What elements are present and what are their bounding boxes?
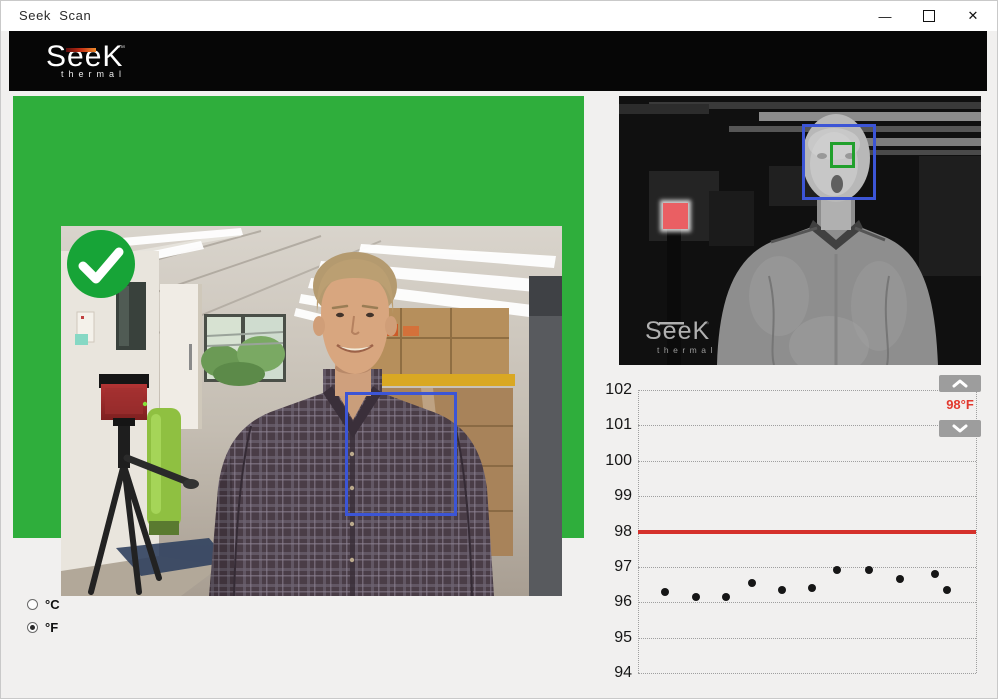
- watermark-wordmark: SeeK: [645, 317, 710, 345]
- threshold-increase-button[interactable]: [939, 375, 981, 392]
- window-title: Seek Scan: [19, 8, 91, 23]
- seek-thermal-logo: SeeK ™ thermal: [46, 42, 126, 79]
- unit-celsius-radio[interactable]: °C: [27, 597, 60, 612]
- threshold-decrease-button[interactable]: [939, 420, 981, 437]
- y-axis-tick-label: 99: [599, 487, 632, 505]
- maximize-button[interactable]: [907, 1, 951, 31]
- pass-check-badge: [67, 230, 135, 298]
- temperature-data-point: [661, 588, 669, 596]
- watermark-trademark: ™: [703, 321, 709, 328]
- temperature-data-point: [778, 586, 786, 594]
- gridline: [638, 638, 976, 639]
- y-axis-tick-label: 94: [599, 664, 632, 682]
- close-button[interactable]: ✕: [951, 1, 995, 31]
- camera-scene: [61, 226, 562, 596]
- temperature-data-point: [865, 566, 873, 574]
- gridline: [638, 461, 976, 462]
- threshold-line: [638, 530, 976, 534]
- logo-trademark: ™: [118, 45, 125, 52]
- thermal-scene: SeeK ™ thermal: [619, 96, 981, 365]
- temperature-data-point: [833, 566, 841, 574]
- gridline: [638, 602, 976, 603]
- unit-fahrenheit-label: °F: [45, 620, 58, 635]
- temperature-data-point: [722, 593, 730, 601]
- camera-view: [61, 226, 562, 596]
- gridline: [638, 567, 976, 568]
- chevron-down-icon: [952, 424, 968, 433]
- minimize-icon: —: [879, 9, 892, 24]
- y-axis-tick-label: 97: [599, 558, 632, 576]
- temperature-data-point: [692, 593, 700, 601]
- face-detection-box: [345, 392, 457, 516]
- brand-header: SeeK ™ thermal: [9, 31, 987, 91]
- maximize-icon: [923, 10, 935, 22]
- gridline: [638, 673, 976, 674]
- radio-circle-fahrenheit: [27, 622, 38, 633]
- unit-celsius-label: °C: [45, 597, 60, 612]
- gridline: [638, 390, 976, 391]
- temperature-data-point: [943, 586, 951, 594]
- y-axis-tick-label: 101: [599, 416, 632, 434]
- y-axis-tick-label: 100: [599, 452, 632, 470]
- logo-gradient-bar-icon: [66, 48, 96, 52]
- screening-result-panel: [13, 96, 584, 538]
- checkmark-icon: [67, 230, 135, 298]
- y-axis-tick-label: 96: [599, 593, 632, 611]
- radio-circle-celsius: [27, 599, 38, 610]
- temperature-chart: 98°F 94 95 96 97 98 99 100 101 102: [599, 371, 991, 683]
- chevron-up-icon: [952, 379, 968, 388]
- logo-wordmark: SeeK: [46, 42, 126, 72]
- y-axis-tick-label: 95: [599, 629, 632, 647]
- thermal-view: SeeK ™ thermal: [619, 96, 981, 365]
- y-axis-tick-label: 102: [599, 381, 632, 399]
- watermark-subtitle: thermal: [657, 345, 717, 355]
- temperature-data-point: [896, 575, 904, 583]
- logo-subtitle: thermal: [61, 69, 126, 79]
- title-bar: Seek Scan — ✕: [1, 1, 997, 31]
- temperature-data-point: [808, 584, 816, 592]
- y-axis-tick-label: 98: [599, 523, 632, 541]
- gridline: [638, 496, 976, 497]
- gridline: [638, 425, 976, 426]
- temperature-data-point: [748, 579, 756, 587]
- threshold-value-label: 98°F: [935, 397, 985, 412]
- unit-fahrenheit-radio[interactable]: °F: [27, 620, 58, 635]
- window-controls: — ✕: [863, 1, 995, 31]
- thermal-sample-spot-box: [830, 142, 855, 168]
- close-icon: ✕: [968, 8, 979, 24]
- temperature-data-point: [931, 570, 939, 578]
- seek-scan-window: Seek Scan — ✕ SeeK ™ thermal: [0, 0, 998, 699]
- heat-reference-marker: [663, 203, 688, 229]
- minimize-button[interactable]: —: [863, 1, 907, 31]
